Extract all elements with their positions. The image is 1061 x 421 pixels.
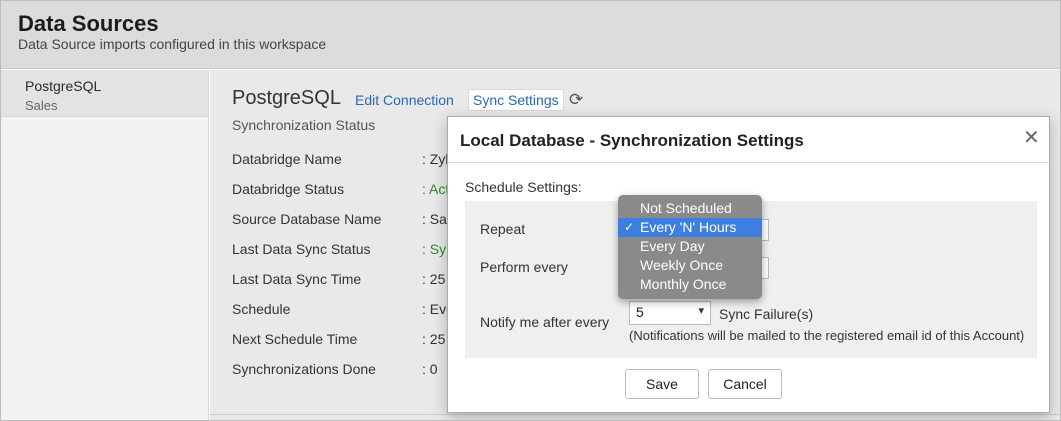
notify-count-select[interactable]: 5 ▾ [629,301,711,325]
dropdown-option-every-day[interactable]: Every Day [618,237,762,256]
info-label: Last Data Sync Time [232,271,362,287]
close-icon[interactable]: ✕ [1023,125,1040,150]
page-subtitle: Data Source imports configured in this w… [18,36,327,52]
dialog-divider [448,162,1049,163]
refresh-icon[interactable]: ⟳ [569,90,583,110]
info-label: Synchronizations Done [232,361,376,377]
info-label: Databridge Status [232,181,345,197]
info-label: Schedule [232,301,291,317]
datasource-title: PostgreSQL [232,87,341,109]
option-label: Every Day [640,238,705,254]
repeat-label: Repeat [480,221,526,237]
page-header: Data Sources Data Source imports configu… [1,1,1060,69]
notification-note: (Notifications will be mailed to the reg… [629,328,1025,343]
info-label: Last Data Sync Status [232,241,371,257]
dropdown-option-weekly-once[interactable]: Weekly Once [618,256,762,275]
notify-label: Notify me after every [480,314,610,330]
edit-connection-link[interactable]: Edit Connection [355,92,454,108]
sync-status-heading: Synchronization Status [232,117,376,133]
option-label: Weekly Once [640,257,723,273]
info-label: Source Database Name [232,211,382,227]
chevron-down-icon: ▾ [698,305,704,317]
sidebar-item-postgresql[interactable]: PostgreSQL Sales [1,70,208,117]
dropdown-option-not-scheduled[interactable]: Not Scheduled [618,199,762,218]
page-title: Data Sources [18,11,159,36]
cancel-button[interactable]: Cancel [708,369,782,399]
table-header-strip [210,414,1060,420]
info-label: Next Schedule Time [232,331,358,347]
dropdown-option-every-n-hours[interactable]: ✓ Every 'N' Hours [618,218,762,237]
option-label: Monthly Once [640,276,727,292]
repeat-dropdown-list: Not Scheduled ✓ Every 'N' Hours Every Da… [618,195,762,299]
notify-count-value: 5 [636,304,644,320]
info-label: Databridge Name [232,151,342,167]
save-button[interactable]: Save [625,369,699,399]
option-label: Every 'N' Hours [640,219,737,235]
dialog-title: Local Database - Synchronization Setting… [460,131,804,150]
sync-settings-link[interactable]: Sync Settings [468,89,564,111]
sidebar-item-label: PostgreSQL [25,78,102,94]
sync-failure-text: Sync Failure(s) [719,306,814,322]
option-label: Not Scheduled [640,200,732,216]
perform-every-label: Perform every [480,259,568,275]
dropdown-option-monthly-once[interactable]: Monthly Once [618,275,762,294]
sidebar: PostgreSQL Sales [1,70,209,420]
schedule-settings-label: Schedule Settings: [465,179,582,195]
sidebar-item-sublabel: Sales [25,98,58,113]
app-window: Data Sources Data Source imports configu… [0,0,1061,421]
check-icon: ✓ [624,220,635,234]
